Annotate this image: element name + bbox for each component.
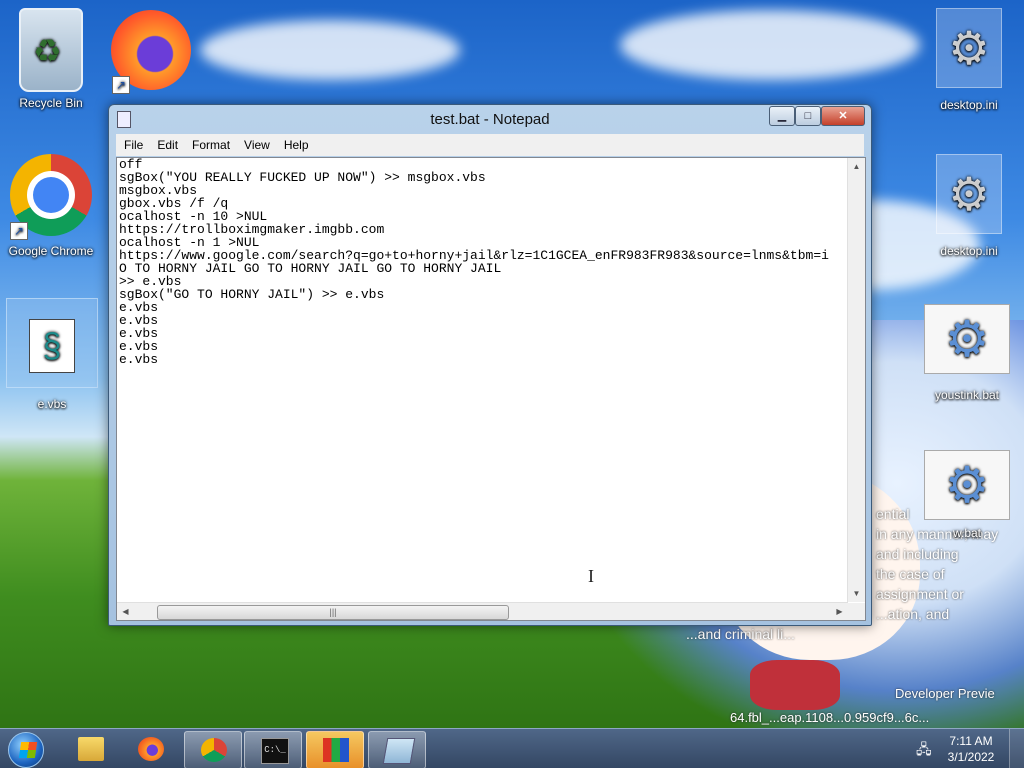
application-icon <box>323 738 349 762</box>
firefox-icon <box>138 737 164 761</box>
close-button[interactable]: ✕ <box>821 106 865 126</box>
minimize-button[interactable]: ▁ <box>769 106 795 126</box>
clock-date: 3/1/2022 <box>947 750 995 764</box>
vertical-scrollbar[interactable]: ▲ ▼ <box>847 158 865 602</box>
overlay-text-line: the case of <box>876 566 945 582</box>
windows-logo-icon <box>18 742 38 758</box>
desktop-icon-desktop-ini[interactable]: ⚙ desktop.ini <box>924 8 1014 112</box>
title-bar[interactable]: test.bat - Notepad ▁ □ ✕ <box>109 105 871 133</box>
desktop-icon-firefox[interactable]: ↗ <box>106 10 196 100</box>
menu-bar: File Edit Format View Help <box>116 134 864 156</box>
desktop-icon-w-bat[interactable]: ⚙ w.bat <box>922 450 1012 540</box>
scroll-right-button[interactable]: ▶ <box>831 603 848 620</box>
clock[interactable]: 7:11 AM 3/1/2022 <box>936 733 1006 765</box>
desktop-icon-desktop-ini[interactable]: ⚙ desktop.ini <box>924 154 1014 258</box>
watermark-line: 64.fbl_...eap.1108...0.959cf9...6c... <box>730 710 930 725</box>
menu-file[interactable]: File <box>116 134 149 152</box>
chrome-icon <box>201 738 227 762</box>
taskbar-firefox[interactable] <box>122 731 178 767</box>
scroll-left-button[interactable]: ◀ <box>117 603 134 620</box>
command-prompt-icon: C:\_ <box>261 738 289 764</box>
icon-label: youstink.bat <box>934 388 1000 402</box>
shortcut-arrow-icon: ↗ <box>112 76 130 94</box>
horizontal-scroll-thumb[interactable]: ||| <box>157 605 509 620</box>
taskbar-app[interactable] <box>306 731 364 768</box>
taskbar: C:\_ 🖧 7:11 AM 3/1/2022 <box>0 728 1024 768</box>
window-title: test.bat - Notepad <box>430 111 550 128</box>
text-content[interactable]: off sgBox("YOU REALLY FUCKED UP NOW") >>… <box>119 158 847 602</box>
batch-file-icon: ⚙ <box>924 304 1010 374</box>
icon-label: desktop.ini <box>940 244 998 258</box>
menu-format[interactable]: Format <box>184 134 236 152</box>
text-cursor-icon: I <box>588 566 594 586</box>
maximize-button[interactable]: □ <box>795 106 821 126</box>
taskbar-explorer[interactable] <box>62 731 118 767</box>
clock-time: 7:11 AM <box>949 734 993 748</box>
taskbar-cmd[interactable]: C:\_ <box>244 731 302 768</box>
horizontal-scrollbar[interactable]: ◀ ||| ▶ <box>117 602 848 620</box>
desktop-icon-e-vbs[interactable]: § e.vbs <box>6 298 98 411</box>
scroll-up-button[interactable]: ▲ <box>848 158 865 175</box>
icon-label: e.vbs <box>37 397 67 411</box>
folder-icon <box>78 737 104 761</box>
icon-label: Google Chrome <box>8 244 94 258</box>
menu-edit[interactable]: Edit <box>149 134 184 152</box>
gear-file-icon: ⚙ <box>936 154 1002 234</box>
scroll-down-button[interactable]: ▼ <box>848 585 865 602</box>
start-orb-icon <box>8 732 44 768</box>
show-desktop-button[interactable] <box>1009 729 1024 768</box>
taskbar-notepad[interactable] <box>368 731 426 768</box>
start-button[interactable] <box>4 730 48 768</box>
icon-label: w.bat <box>952 526 982 540</box>
menu-help[interactable]: Help <box>276 134 315 152</box>
character-bow <box>750 660 840 710</box>
desktop-icon-recycle-bin[interactable]: Recycle Bin <box>6 8 96 110</box>
shortcut-arrow-icon: ↗ <box>10 222 28 240</box>
desktop-icon-youstink-bat[interactable]: ⚙ youstink.bat <box>922 304 1012 402</box>
overlay-text-line: ...ation, and <box>876 606 950 622</box>
desktop[interactable]: ential in any manner, may and including … <box>0 0 1024 728</box>
overlay-text-line: and including <box>876 546 959 562</box>
menu-view[interactable]: View <box>236 134 276 152</box>
icon-label: desktop.ini <box>940 98 998 112</box>
vbs-script-icon: § <box>29 319 75 373</box>
recycle-bin-icon <box>19 8 83 92</box>
desktop-icon-google-chrome[interactable]: ↗ Google Chrome <box>6 154 96 258</box>
watermark-line: Developer Previe <box>895 686 995 701</box>
batch-file-icon: ⚙ <box>924 450 1010 520</box>
taskbar-chrome[interactable] <box>184 731 242 768</box>
icon-label: Recycle Bin <box>19 96 83 110</box>
notepad-icon <box>382 738 416 764</box>
network-icon[interactable]: 🖧 <box>916 739 932 757</box>
editor[interactable]: off sgBox("YOU REALLY FUCKED UP NOW") >>… <box>116 157 866 621</box>
overlay-text-line: assignment or <box>876 586 964 602</box>
gear-file-icon: ⚙ <box>936 8 1002 88</box>
scrollbar-corner <box>848 603 865 620</box>
cloud <box>620 10 920 80</box>
overlay-text-line: ...and criminal li... <box>686 626 795 642</box>
cloud <box>200 20 460 80</box>
notepad-window[interactable]: test.bat - Notepad ▁ □ ✕ File Edit Format V… <box>108 104 872 626</box>
